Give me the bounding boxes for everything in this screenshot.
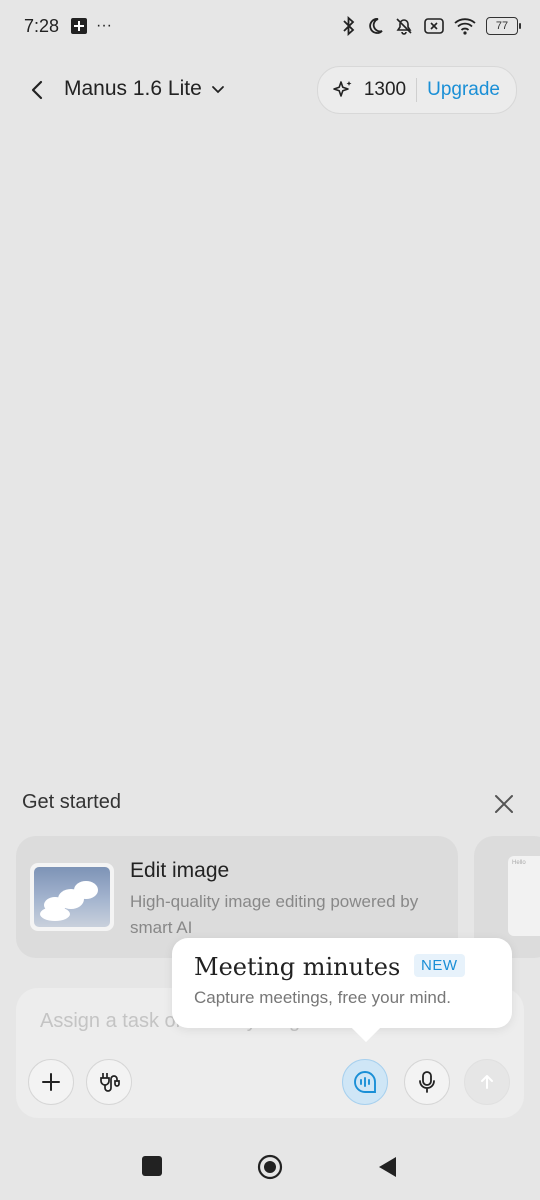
close-icon[interactable] (493, 793, 515, 815)
no-sim-icon (424, 18, 444, 34)
credits-count: 1300 (363, 79, 407, 100)
status-time: 7:28 (24, 16, 60, 36)
voice-input-button[interactable] (404, 1059, 450, 1105)
send-button[interactable] (464, 1059, 510, 1105)
back-triangle-icon[interactable] (376, 1155, 398, 1179)
connectors-button[interactable] (86, 1059, 132, 1105)
card-description: High-quality image editing powered by sm… (130, 892, 419, 937)
pill-divider (416, 78, 418, 102)
chevron-down-icon (211, 86, 224, 94)
card-title: Edit image (130, 859, 230, 882)
more-notifications-icon: ··· (96, 17, 112, 34)
top-app-bar: Manus 1.6 Lite 1300 Upgrade (0, 60, 540, 120)
recents-square-icon[interactable] (142, 1156, 162, 1176)
back-chevron-icon[interactable] (26, 78, 50, 102)
bluetooth-icon (343, 16, 355, 36)
tooltip-description: Capture meetings, free your mind. (194, 988, 452, 1007)
model-selector[interactable]: Manus 1.6 Lite (64, 77, 226, 101)
silent-bell-icon (396, 18, 412, 35)
meeting-waveform-icon (354, 1071, 376, 1093)
do-not-disturb-moon-icon (369, 18, 383, 34)
arrow-up-icon (481, 1075, 493, 1089)
add-attachment-button[interactable] (28, 1059, 74, 1105)
microphone-icon (419, 1071, 435, 1093)
tooltip-title: Meeting minutes (194, 953, 401, 981)
edit-image-thumbnail (30, 863, 114, 931)
peek-card-text: Hello (512, 860, 526, 866)
app-notification-icon (71, 18, 87, 34)
wifi-icon (454, 18, 476, 35)
plug-connector-icon (100, 1073, 120, 1092)
meeting-minutes-button[interactable] (342, 1059, 388, 1105)
status-bar: 7:28 ··· 77 (0, 0, 540, 54)
upgrade-link[interactable]: Upgrade (427, 79, 500, 101)
meeting-minutes-tooltip[interactable]: Meeting minutes NEW Capture meetings, fr… (172, 938, 512, 1028)
system-navigation-bar (0, 1135, 540, 1200)
home-circle-icon[interactable] (257, 1154, 283, 1180)
model-name: Manus 1.6 Lite (64, 77, 202, 100)
battery-indicator: 77 (486, 17, 521, 35)
plus-icon (42, 1073, 60, 1091)
sparkle-icon (333, 81, 352, 97)
credits-pill[interactable]: 1300 Upgrade (316, 66, 517, 114)
get-started-title: Get started (22, 791, 121, 813)
new-badge: NEW (414, 954, 465, 977)
